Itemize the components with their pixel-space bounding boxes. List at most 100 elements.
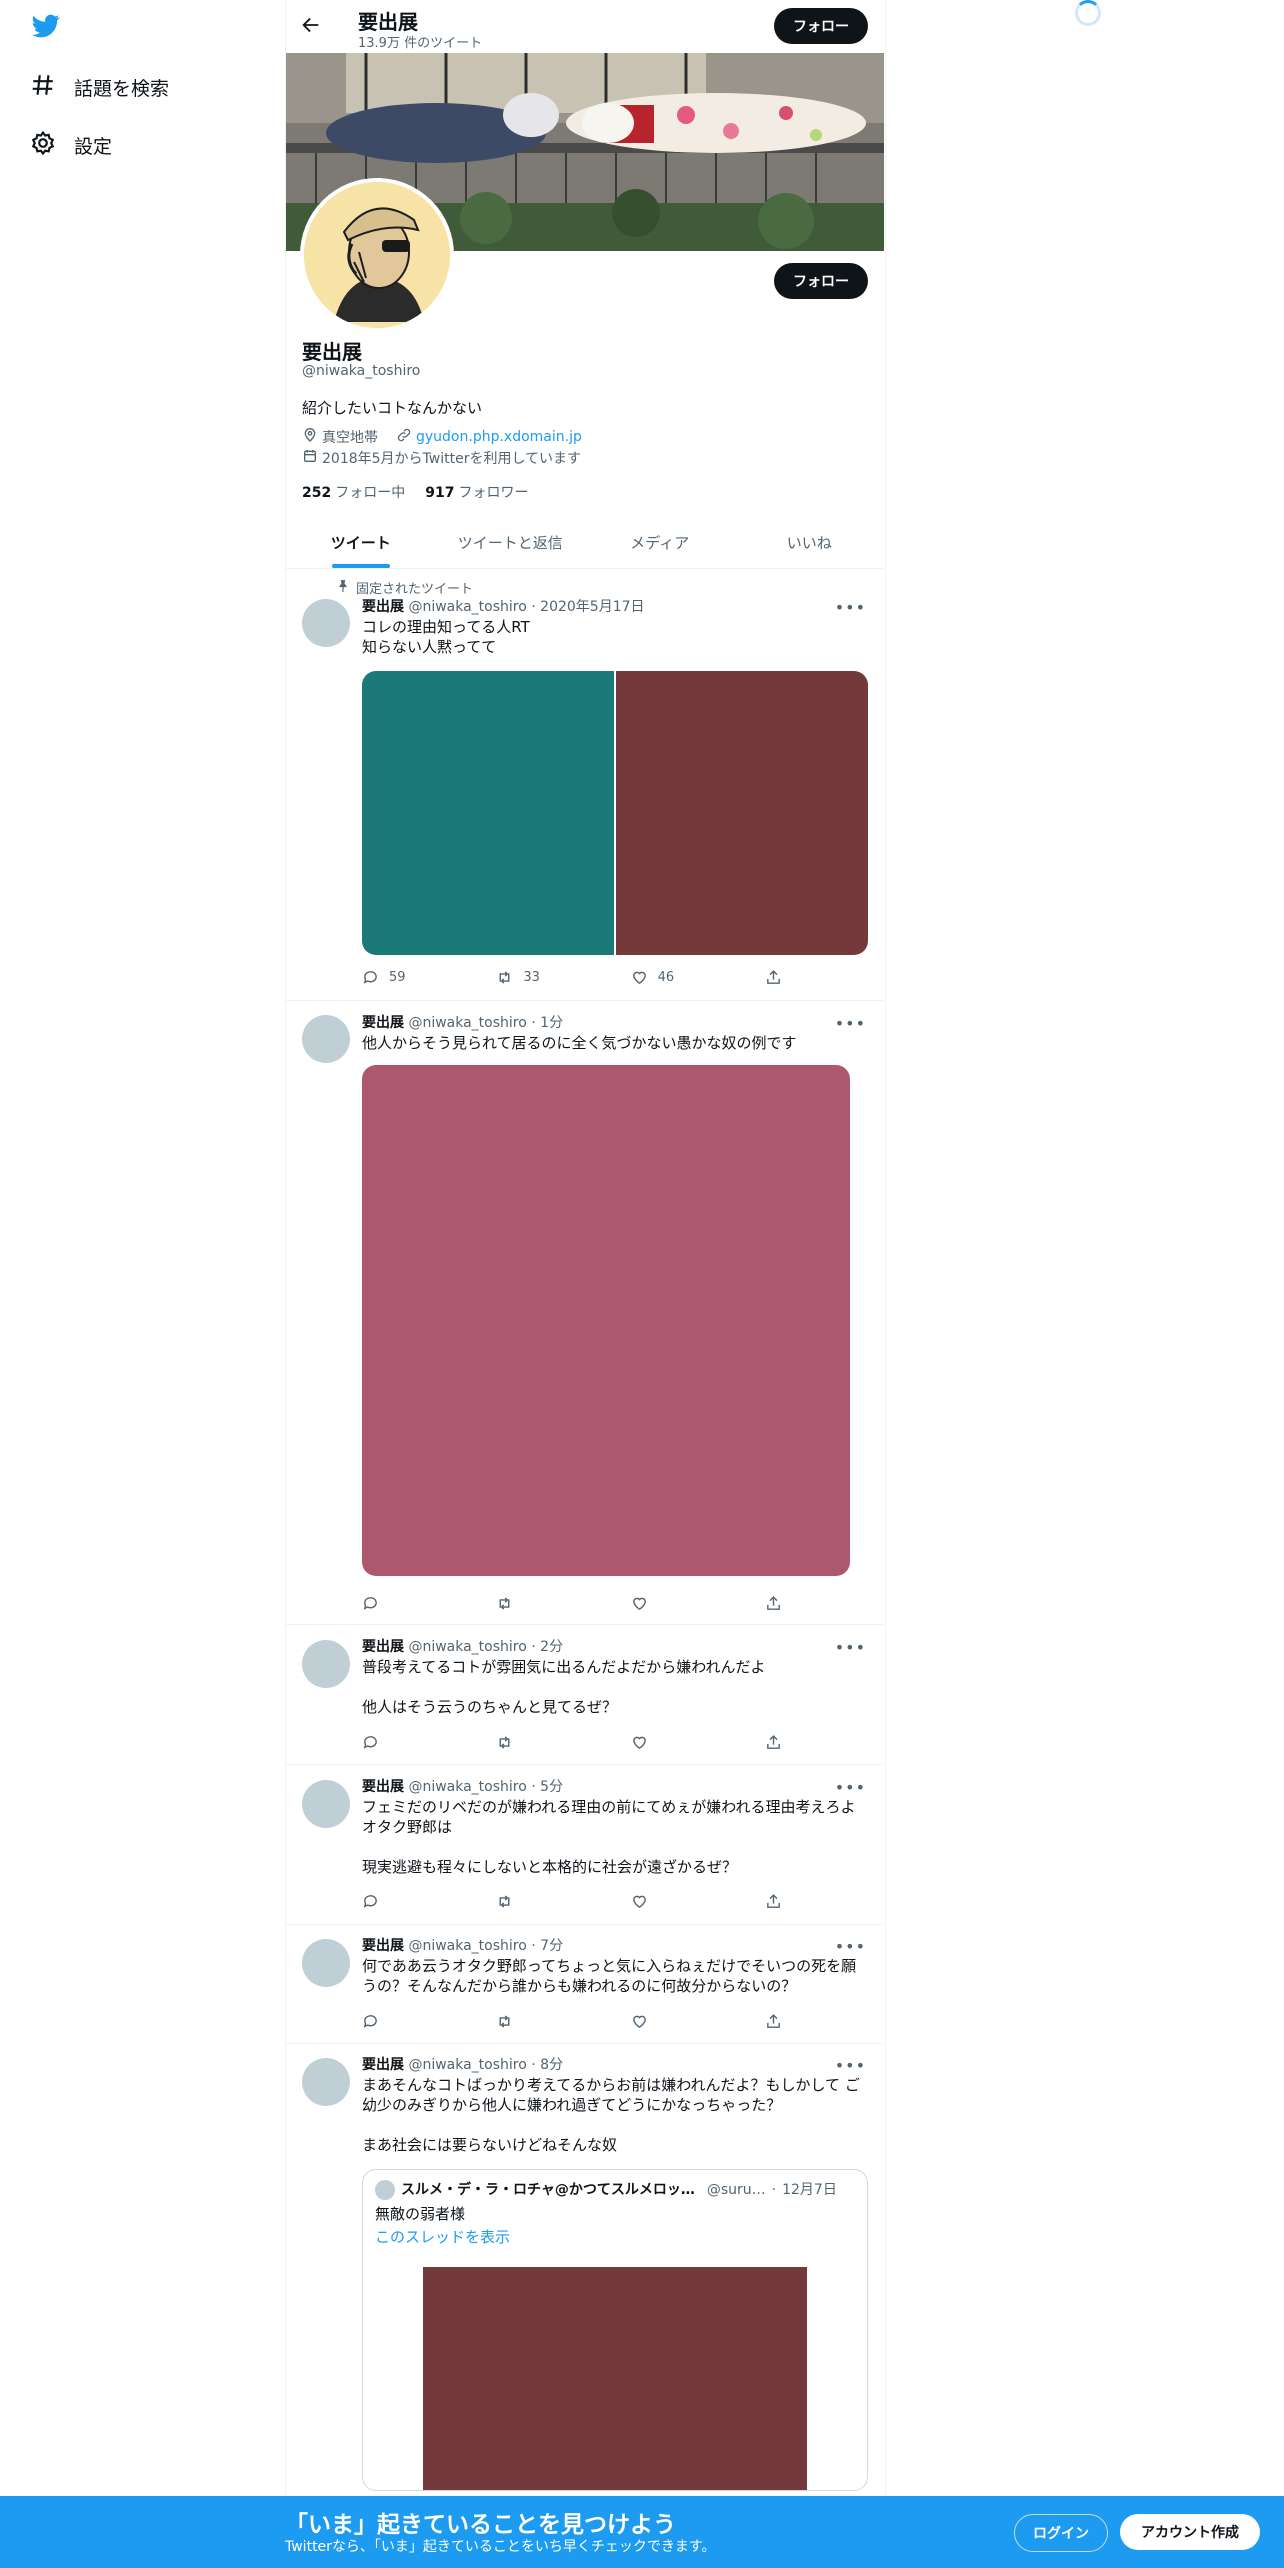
tweet-actions: 59 33 46 — [362, 969, 782, 986]
back-arrow-icon[interactable] — [300, 14, 326, 40]
tweet-actions — [362, 2013, 782, 2030]
signup-button[interactable]: アカウント作成 — [1120, 2514, 1260, 2550]
tweet-avatar[interactable] — [302, 1640, 350, 1688]
tweet-avatar[interactable] — [302, 1939, 350, 1987]
tweet-text: 何でああ云うオタク野郎ってちょっと気に入らねぇだけでそいつの死を願うの？そんなん… — [362, 1957, 857, 1995]
share-icon — [767, 1735, 780, 1749]
following-link[interactable]: 252 フォロー中 — [302, 482, 405, 502]
share-button[interactable] — [765, 2013, 782, 2030]
tweet-avatar[interactable] — [302, 2058, 350, 2106]
profile-follow-button[interactable]: フォロー — [774, 263, 868, 299]
heart-icon — [632, 1597, 646, 1611]
heart-icon — [632, 1736, 646, 1750]
retweet-icon — [499, 1597, 510, 1610]
heart-icon — [632, 1895, 646, 1909]
profile-website-link[interactable]: gyudon.php.xdomain.jp — [416, 429, 582, 445]
reply-button[interactable] — [362, 2013, 452, 2030]
header-name: 要出展 — [358, 10, 418, 34]
bottom-bar-title: 「いま」起きていることを見つけよう — [285, 2512, 676, 2538]
retweet-icon — [499, 1895, 510, 1908]
tab-likes[interactable]: いいね — [735, 517, 885, 568]
tweet-header: 要出展 @niwaka_toshiro · 2020年5月17日 — [362, 599, 645, 615]
profile-tabs: ツイート ツイートと返信 メディア いいね — [286, 517, 884, 569]
media-image[interactable] — [362, 1065, 850, 1576]
show-thread-link[interactable]: このスレッドを表示 — [375, 2226, 855, 2247]
login-button[interactable]: ログイン — [1014, 2514, 1108, 2552]
tweet-header: 要出展 @niwaka_toshiro · 7分 — [362, 1938, 564, 1954]
share-button[interactable] — [765, 1893, 782, 1910]
follow-stats: 252 フォロー中 917 フォロワー — [302, 482, 528, 502]
retweet-icon — [499, 2015, 510, 2028]
tweet-header: 要出展 @niwaka_toshiro · 1分 — [362, 1015, 564, 1031]
retweet-button[interactable] — [496, 1734, 586, 1751]
tweet-text: 他人からそう見られて居るのに全く気づかない愚かな奴の例です — [362, 1034, 797, 1052]
retweet-button[interactable] — [496, 2013, 586, 2030]
like-button[interactable] — [631, 1893, 721, 1910]
link-icon — [396, 427, 412, 447]
reply-icon — [363, 971, 377, 984]
tweet-media[interactable] — [362, 671, 868, 955]
tweet[interactable]: ••• 要出展 @niwaka_toshiro · 5分 フェミだのリベだのが嫌… — [286, 1765, 884, 1925]
tweet[interactable]: ••• 要出展 @niwaka_toshiro · 1分 他人からそう見られて居… — [286, 1001, 884, 1625]
nav-settings-label: 設定 — [74, 136, 113, 158]
profile-avatar[interactable] — [300, 178, 454, 332]
reply-button[interactable] — [362, 1734, 452, 1751]
like-button[interactable] — [631, 2013, 721, 2030]
tab-media[interactable]: メディア — [585, 517, 735, 568]
tweet-actions — [362, 1595, 782, 1612]
heart-icon — [632, 2015, 646, 2029]
profile-name: 要出展 — [302, 340, 362, 364]
heart-icon — [632, 971, 646, 985]
loading-spinner-icon — [1075, 0, 1101, 26]
share-button[interactable] — [765, 969, 782, 986]
tweet-text: まあそんなコトばっかり考えてるからお前は嫌われんだよ？もしかして ご幼少のみぎり… — [362, 2076, 860, 2154]
tweet-avatar[interactable] — [302, 1780, 350, 1828]
header-follow-button[interactable]: フォロー — [774, 8, 868, 44]
like-button[interactable] — [631, 1595, 721, 1612]
reply-icon — [363, 2015, 377, 2028]
tweet-header: 要出展 @niwaka_toshiro · 8分 — [362, 2057, 564, 2073]
tweet-text: コレの理由知ってる人RT 知らない人黙ってて — [362, 618, 530, 656]
tweet-avatar[interactable] — [302, 599, 350, 647]
media-image[interactable] — [362, 671, 614, 955]
quoted-tweet-header: スルメ・デ・ラ・ロチャ@かつてスルメロッ… @suru… · 12月7日 — [375, 2180, 855, 2200]
like-button[interactable]: 46 — [631, 969, 721, 986]
nav-settings[interactable]: 設定 — [30, 130, 112, 161]
tab-tweets[interactable]: ツイート — [286, 517, 436, 568]
like-button[interactable] — [631, 1734, 721, 1751]
reply-button[interactable] — [362, 1595, 452, 1612]
share-icon — [767, 1894, 780, 1908]
tab-tweets-and-replies[interactable]: ツイートと返信 — [436, 517, 586, 568]
reply-button[interactable]: 59 — [362, 969, 452, 986]
tweet[interactable]: ••• 要出展 @niwaka_toshiro · 7分 何でああ云うオタク野郎… — [286, 1925, 884, 2044]
reply-icon — [363, 1736, 377, 1749]
retweet-button[interactable] — [496, 1595, 586, 1612]
tweet[interactable]: ••• 要出展 @niwaka_toshiro · 8分 まあそんなコトばっかり… — [286, 2044, 884, 2496]
profile-handle: @niwaka_toshiro — [302, 363, 421, 379]
location-pin-icon — [302, 427, 318, 447]
tweet[interactable]: ••• 要出展 @niwaka_toshiro · 2020年5月17日 コレの… — [286, 572, 884, 1001]
share-icon — [767, 970, 780, 984]
media-image[interactable] — [616, 671, 868, 955]
quoted-tweet[interactable]: スルメ・デ・ラ・ロチャ@かつてスルメロッ… @suru… · 12月7日 無敵の… — [362, 2169, 868, 2491]
share-button[interactable] — [765, 1734, 782, 1751]
retweet-button[interactable] — [496, 1893, 586, 1910]
reply-icon — [363, 1895, 377, 1908]
calendar-icon — [302, 448, 318, 468]
tweet[interactable]: ••• 要出展 @niwaka_toshiro · 2分 普段考えてるコトが雰囲… — [286, 1625, 884, 1765]
bottom-bar-subtitle: Twitterなら、「いま」起きていることをいち早くチェックできます。 — [285, 2539, 716, 2555]
tweet-avatar[interactable] — [302, 1015, 350, 1063]
followers-link[interactable]: 917 フォロワー — [425, 482, 528, 502]
nav-explore[interactable]: 話題を検索 — [30, 72, 169, 103]
twitter-bird-icon[interactable] — [30, 12, 66, 44]
tweet-text: フェミだのリベだのが嫌われる理由の前にてめぇが嫌われる理由考えろよオタク野郎は … — [362, 1798, 856, 1876]
profile-joined: 2018年5月からTwitterを利用しています — [322, 451, 582, 467]
profile-meta-row: 真空地帯 gyudon.php.xdomain.jp — [302, 427, 582, 447]
retweet-button[interactable]: 33 — [496, 969, 586, 986]
profile-bio: 紹介したいコトなんかない — [302, 399, 483, 417]
reply-button[interactable] — [362, 1893, 452, 1910]
reply-icon — [363, 1597, 377, 1610]
share-button[interactable] — [765, 1595, 782, 1612]
header-tweet-count: 13.9万 件のツイート — [358, 36, 483, 51]
quoted-media-image[interactable] — [423, 2267, 807, 2490]
